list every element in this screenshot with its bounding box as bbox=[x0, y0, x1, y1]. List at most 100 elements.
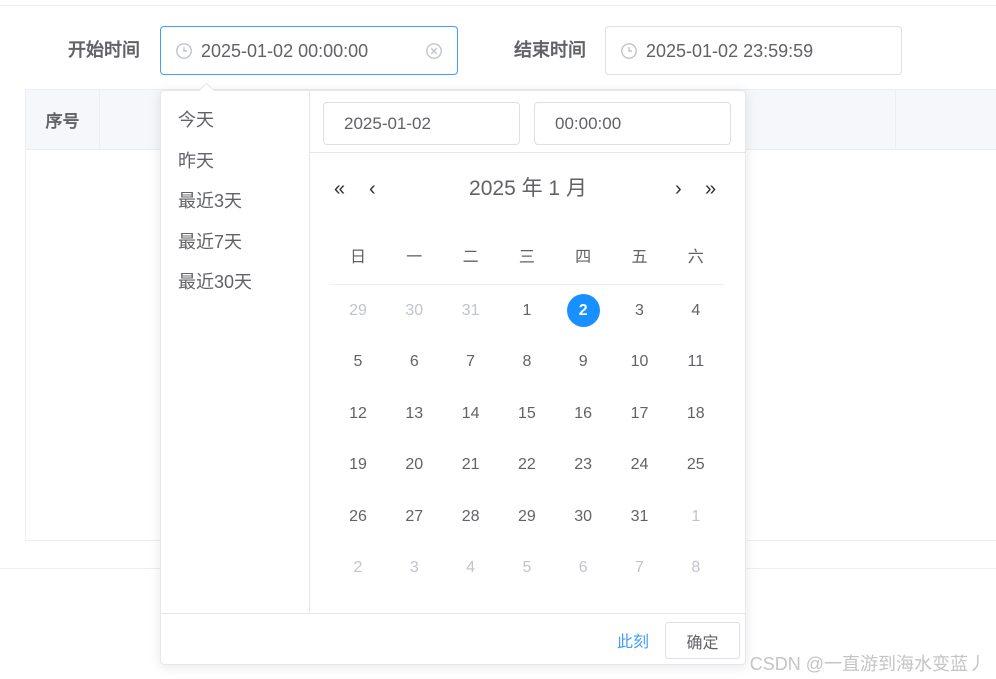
calendar-day[interactable]: 29 bbox=[499, 491, 555, 542]
calendar-day-number: 6 bbox=[578, 559, 588, 576]
calendar-day[interactable]: 17 bbox=[612, 388, 668, 439]
calendar-day[interactable]: 4 bbox=[668, 285, 724, 336]
calendar-day[interactable]: 24 bbox=[612, 439, 668, 490]
calendar-day[interactable]: 12 bbox=[330, 388, 386, 439]
calendar-day-number: 13 bbox=[405, 404, 424, 422]
calendar-day-number: 19 bbox=[349, 456, 367, 474]
calendar-day[interactable]: 30 bbox=[555, 491, 611, 542]
calendar-day-number: 20 bbox=[405, 456, 424, 474]
confirm-button[interactable]: 确定 bbox=[665, 622, 740, 659]
prev-year-icon[interactable]: « bbox=[334, 171, 345, 207]
calendar-day-number: 18 bbox=[686, 404, 705, 422]
calendar-day[interactable]: 19 bbox=[330, 439, 386, 490]
start-time-input[interactable]: 2025-01-02 00:00:00 bbox=[160, 26, 458, 75]
calendar-day-other-month[interactable]: 8 bbox=[668, 542, 724, 593]
clock-icon bbox=[176, 42, 192, 59]
calendar-day-other-month[interactable]: 4 bbox=[443, 542, 499, 593]
calendar-day-other-month[interactable]: 30 bbox=[386, 285, 442, 336]
clock-icon bbox=[621, 42, 637, 59]
calendar-day[interactable]: 8 bbox=[499, 336, 555, 387]
shortcut-last-3-days[interactable]: 最近3天 bbox=[161, 187, 309, 228]
shortcut-yesterday[interactable]: 昨天 bbox=[161, 147, 309, 188]
weekday-label: 四 bbox=[575, 249, 592, 266]
calendar-day-number: 28 bbox=[461, 507, 480, 525]
calendar-day[interactable]: 28 bbox=[443, 491, 499, 542]
weekday-label: 一 bbox=[406, 249, 423, 266]
calendar-day[interactable]: 18 bbox=[668, 388, 724, 439]
weekday-label: 三 bbox=[518, 249, 535, 266]
calendar-day[interactable]: 16 bbox=[555, 388, 611, 439]
calendar-day-other-month[interactable]: 3 bbox=[386, 542, 442, 593]
calendar-day-number: 4 bbox=[691, 302, 701, 319]
watermark: CSDN @一直游到海水变蓝丿 bbox=[749, 654, 986, 674]
calendar-day-number: 11 bbox=[687, 353, 705, 371]
circle-close-icon[interactable] bbox=[425, 42, 443, 60]
calendar-day[interactable]: 22 bbox=[499, 439, 555, 490]
calendar-day[interactable]: 11 bbox=[668, 336, 724, 387]
calendar-day[interactable]: 21 bbox=[443, 439, 499, 490]
shortcut-last-7-days[interactable]: 最近7天 bbox=[161, 228, 309, 269]
calendar-day-other-month[interactable]: 31 bbox=[443, 285, 499, 336]
calendar-day[interactable]: 13 bbox=[386, 388, 442, 439]
calendar-day-number: 14 bbox=[461, 404, 480, 422]
calendar-day[interactable]: 1 bbox=[499, 285, 555, 336]
calendar-day[interactable]: 6 bbox=[386, 336, 442, 387]
calendar-day-number: 10 bbox=[630, 353, 649, 371]
weekday-label: 二 bbox=[462, 249, 479, 266]
datetime-picker-popup: 今天 昨天 最近3天 最近7天 最近30天 2025-01-02 00:00:0… bbox=[160, 82, 746, 665]
calendar-day-number: 22 bbox=[517, 456, 536, 474]
weekday-label: 六 bbox=[687, 249, 704, 266]
calendar-day[interactable]: 5 bbox=[330, 336, 386, 387]
calendar-day[interactable]: 7 bbox=[443, 336, 499, 387]
calendar-day[interactable]: 9 bbox=[555, 336, 611, 387]
calendar-day[interactable]: 14 bbox=[443, 388, 499, 439]
calendar-day-other-month[interactable]: 29 bbox=[330, 285, 386, 336]
next-year-icon[interactable]: » bbox=[705, 171, 716, 207]
shortcut-last-30-days[interactable]: 最近30天 bbox=[161, 268, 309, 309]
calendar-day[interactable]: 23 bbox=[555, 439, 611, 490]
calendar-day[interactable]: 10 bbox=[612, 336, 668, 387]
calendar-day[interactable]: 15 bbox=[499, 388, 555, 439]
calendar-day-other-month[interactable]: 5 bbox=[499, 542, 555, 593]
calendar-day-number: 3 bbox=[409, 559, 419, 576]
calendar-day-number: 29 bbox=[349, 302, 367, 319]
calendar-day-number: 2 bbox=[566, 294, 600, 327]
time-input[interactable]: 00:00:00 bbox=[534, 102, 731, 145]
calendar-day-number: 17 bbox=[630, 404, 649, 422]
calendar-day[interactable]: 20 bbox=[386, 439, 442, 490]
calendar-day-other-month[interactable]: 7 bbox=[612, 542, 668, 593]
column-header-seq[interactable]: 序号 bbox=[26, 90, 100, 149]
calendar-day-other-month[interactable]: 6 bbox=[555, 542, 611, 593]
calendar-day-number: 1 bbox=[691, 507, 701, 525]
calendar-day-other-month[interactable]: 1 bbox=[668, 491, 724, 542]
calendar-day-number: 6 bbox=[409, 353, 419, 371]
calendar-day[interactable]: 3 bbox=[612, 285, 668, 336]
column-divider bbox=[895, 90, 896, 149]
calendar-day[interactable]: 31 bbox=[612, 491, 668, 542]
calendar-day-other-month[interactable]: 2 bbox=[330, 542, 386, 593]
date-input[interactable]: 2025-01-02 bbox=[323, 102, 520, 145]
calendar-day-number: 7 bbox=[635, 559, 644, 576]
prev-month-icon[interactable]: ‹ bbox=[369, 171, 376, 207]
end-time-input[interactable]: 2025-01-02 23:59:59 bbox=[605, 26, 902, 75]
next-month-icon[interactable]: › bbox=[675, 171, 682, 207]
calendar-day[interactable]: 25 bbox=[668, 439, 724, 490]
now-button[interactable]: 此刻 bbox=[617, 628, 649, 652]
weekday-header: 日 一 二 三 四 五 六 bbox=[330, 243, 724, 285]
calendar-day[interactable]: 26 bbox=[330, 491, 386, 542]
calendar-day-number: 4 bbox=[466, 559, 476, 576]
start-time-label: 开始时间 bbox=[68, 40, 140, 60]
shortcut-today[interactable]: 今天 bbox=[161, 106, 309, 147]
end-time-label: 结束时间 bbox=[514, 40, 586, 60]
calendar-day-number: 30 bbox=[405, 302, 424, 319]
calendar-day-number: 31 bbox=[630, 507, 649, 525]
calendar-day-number: 27 bbox=[405, 507, 424, 525]
picker-header-inputs: 2025-01-02 00:00:00 bbox=[310, 91, 746, 153]
calendar-day-number: 29 bbox=[517, 507, 536, 525]
weekday-label: 五 bbox=[631, 249, 648, 266]
calendar-day[interactable]: 27 bbox=[386, 491, 442, 542]
calendar-day-number: 25 bbox=[686, 456, 705, 474]
calendar-day-number: 8 bbox=[522, 353, 532, 371]
calendar-day-number: 12 bbox=[349, 404, 367, 422]
calendar-day-selected[interactable]: 2 bbox=[555, 285, 611, 336]
